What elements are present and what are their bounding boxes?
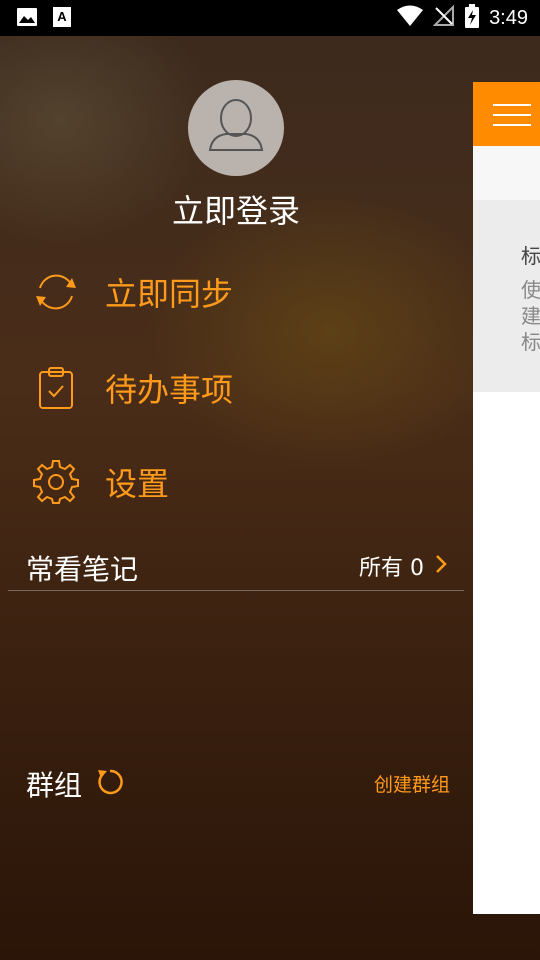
note-card-line: 建: [521, 304, 540, 328]
hamburger-menu-icon[interactable]: [493, 100, 531, 128]
clipboard-check-icon: [30, 362, 82, 414]
no-signal-icon: [432, 4, 455, 31]
note-card-line: 使: [521, 278, 540, 302]
image-notification-icon: [16, 6, 38, 32]
svg-text:A: A: [57, 9, 67, 24]
frequent-notes-header: 常看笔记 所有 0: [8, 540, 464, 591]
sync-icon: [30, 266, 82, 318]
groups-title: 群组: [26, 769, 83, 802]
menu-item-todo[interactable]: 待办事项: [30, 358, 233, 418]
user-icon: [208, 99, 264, 151]
all-notes-link[interactable]: 所有 0: [359, 550, 448, 582]
app-screen: A 3:49 标 使 建 标 立即登录 立即同步 待办事项 设置 常看笔记 所有…: [0, 0, 540, 960]
clock: 3:49: [489, 6, 528, 29]
note-card-line: 标: [521, 330, 540, 354]
create-group-link[interactable]: 创建群组: [374, 770, 450, 797]
sub-toolbar: [473, 146, 540, 201]
main-content-panel[interactable]: 标 使 建 标: [473, 82, 540, 914]
all-notes-count: 所有 0: [359, 556, 424, 581]
refresh-icon[interactable]: [94, 766, 126, 798]
login-link[interactable]: 立即登录: [0, 186, 472, 232]
menu-item-settings[interactable]: 设置: [30, 452, 169, 512]
menu-item-sync[interactable]: 立即同步: [30, 262, 233, 322]
menu-item-label: 待办事项: [105, 371, 234, 409]
font-notification-icon: A: [52, 6, 72, 32]
battery-charging-icon: [465, 4, 480, 32]
note-card[interactable]: 标 使 建 标: [473, 200, 540, 392]
status-bar: A 3:49: [0, 0, 540, 36]
avatar[interactable]: [188, 80, 284, 176]
menu-item-label: 立即同步: [105, 275, 234, 313]
gear-icon: [30, 456, 82, 508]
wifi-icon: [397, 5, 424, 31]
note-card-title: 标: [521, 244, 540, 268]
toolbar: [473, 82, 540, 146]
menu-item-label: 设置: [105, 465, 170, 503]
chevron-right-icon: [434, 553, 448, 579]
frequent-notes-title: 常看笔记: [26, 553, 139, 586]
